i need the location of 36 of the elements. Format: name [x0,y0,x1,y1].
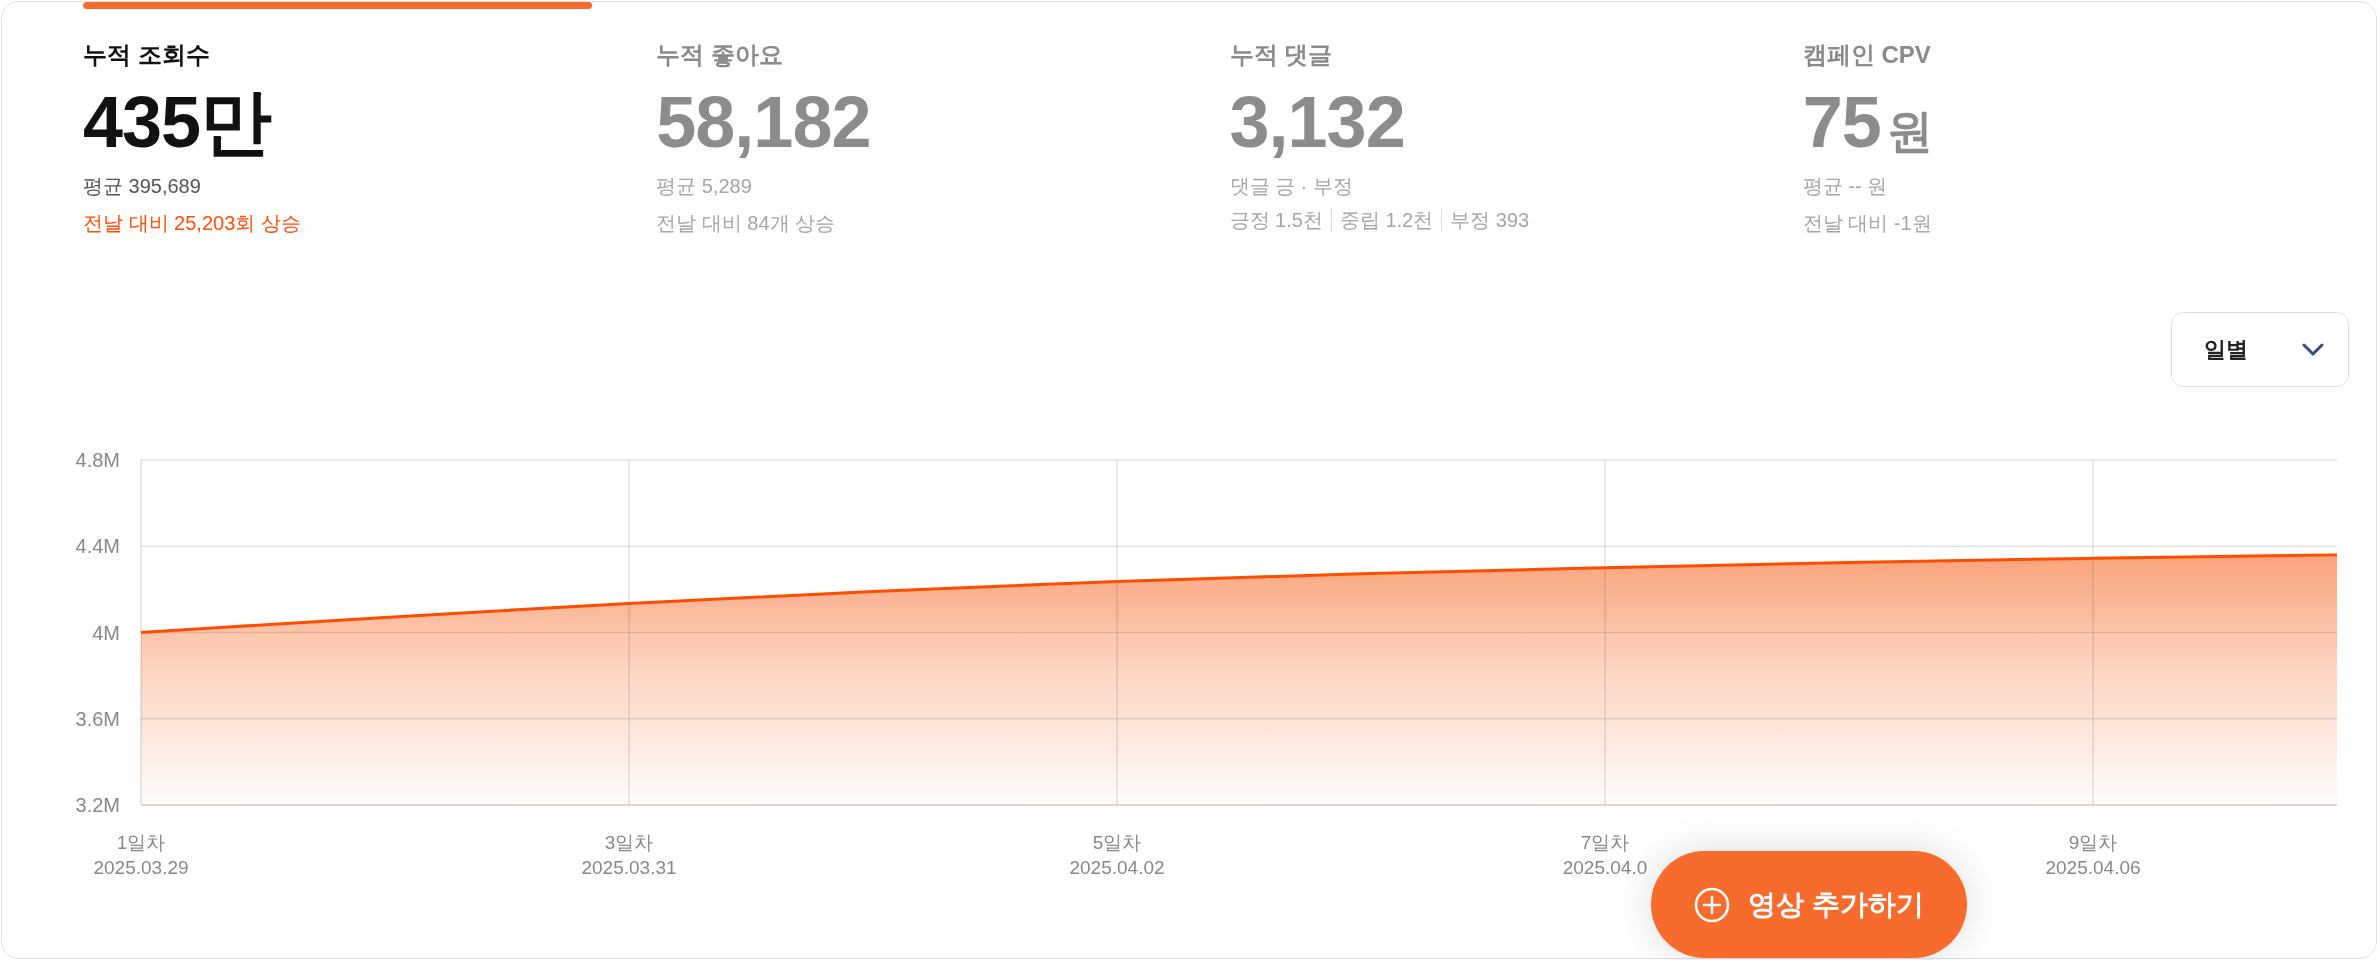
metric-change: 전날 대비 -1원 [1802,211,1932,236]
x-axis-label: 9일차 [2068,831,2118,853]
x-axis-label: 7일차 [1580,831,1630,853]
x-axis-label: 1일차 [116,831,166,853]
metric-subtitle: 평균 -- 원 [1802,174,1888,199]
metric-subtitle: 평균 395,689 [83,174,201,199]
comment-breakdown: 긍정 1.5천 중립 1.2천 부정 393 [1229,209,1530,231]
x-axis-date: 2025.04.02 [1069,856,1165,878]
x-axis-date: 2025.03.29 [93,856,189,878]
x-axis-date: 2025.04.06 [2045,856,2141,878]
period-dropdown[interactable]: 일별 [2171,312,2349,387]
y-axis-label: 3.2M [75,794,120,816]
metric-subtitle: 댓글 긍 · 부정 [1229,174,1353,199]
x-axis-date: 2025.03.31 [581,856,677,878]
metric-value: 435만 [83,81,272,164]
metric-value: 3,132 [1229,81,1405,164]
metric-subtitle: 평균 5,289 [656,174,752,199]
chevron-down-icon [2302,343,2324,356]
x-axis-date: 2025.04.0 [1562,856,1648,878]
metric-title[interactable]: 누적 좋아요 [656,39,783,71]
metric-change: 전날 대비 25,203회 상승 [83,211,301,236]
metric-value: 58,182 [656,81,871,164]
y-axis-label: 4.8M [75,449,120,471]
y-axis-label: 4M [92,621,120,644]
metric-title[interactable]: 캠페인 CPV [1802,39,1931,71]
x-axis-label: 5일차 [1092,831,1142,853]
metric-value: 75 [1802,81,1881,164]
metric-change: 전날 대비 84개 상승 [656,211,836,236]
x-axis-label: 3일차 [604,831,654,853]
add-video-button[interactable]: 영상 추가하기 [1651,851,1967,958]
plus-circle-icon [1694,886,1731,923]
metric-title[interactable]: 누적 조회수 [83,39,210,71]
y-axis-label: 3.6M [75,707,120,730]
metric-title[interactable]: 누적 댓글 [1229,39,1333,71]
y-axis-label: 4.4M [75,535,120,558]
value-unit: 원 [1886,104,1933,159]
